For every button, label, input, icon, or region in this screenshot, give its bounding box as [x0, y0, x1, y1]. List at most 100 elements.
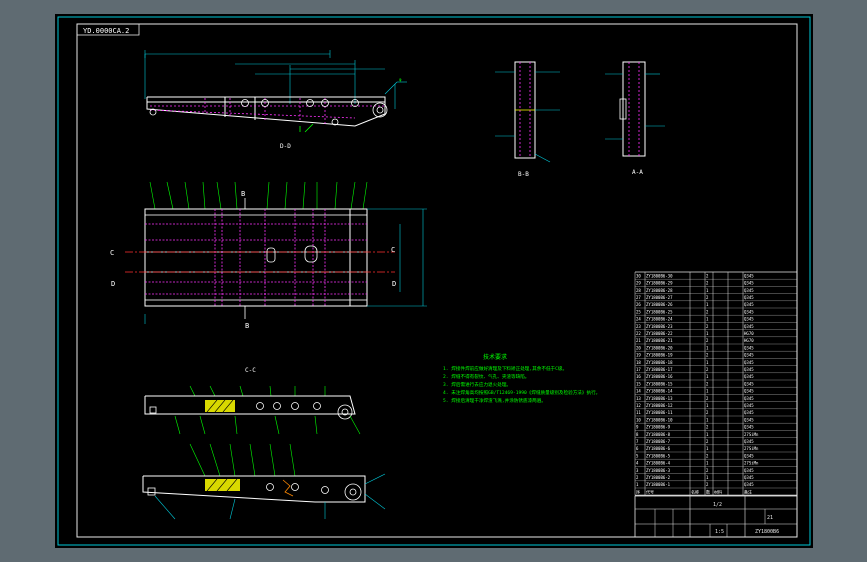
- parts-cell: ZY1800B6-19: [646, 353, 673, 358]
- parts-cell: Q345: [744, 439, 754, 444]
- parts-cell: Q345: [744, 417, 754, 422]
- title-block: 1/2 21 1:5 ZY1800B6: [634, 495, 798, 538]
- parts-cell: Q345: [744, 309, 754, 314]
- tech-req-title: 技术要求: [483, 353, 507, 361]
- parts-cell: ZY1800B6-2: [646, 475, 671, 480]
- tech-req-item-4: 4. 未注焊角高均按照GB/T12469-1990《焊缝质量级别及检验方法》执行…: [443, 389, 600, 396]
- parts-cell: 1: [706, 302, 709, 307]
- parts-cell: 27SiMn: [744, 446, 759, 451]
- parts-cell: 2: [706, 324, 709, 329]
- parts-cell: 1: [706, 403, 709, 408]
- section-aa: A-A: [605, 61, 665, 176]
- parts-cell: ZY1800B6-11: [646, 410, 673, 415]
- parts-cell: ZY1800B6-6: [646, 446, 671, 451]
- parts-cell: 1: [706, 432, 709, 437]
- parts-header-cell: 代号: [646, 488, 654, 494]
- parts-cell: 1: [706, 446, 709, 451]
- parts-cell: 27SiMn: [744, 432, 759, 437]
- parts-cell: 20: [636, 345, 641, 350]
- side-view-bottom: [142, 443, 386, 520]
- label-b-top: B: [241, 190, 245, 198]
- parts-cell: ZY1800B6-7: [646, 439, 671, 444]
- parts-cell: Q345: [744, 410, 754, 415]
- label-d-right: D: [392, 280, 396, 288]
- view-label-aa: A-A: [632, 169, 643, 176]
- parts-cell: Q345: [744, 374, 754, 379]
- parts-cell: 1: [636, 482, 639, 487]
- parts-cell: ZY1800B6-26: [646, 302, 673, 307]
- plan-view: C D C D B B: [110, 181, 427, 330]
- parts-cell: 19: [636, 353, 641, 358]
- drawing-frame: YD.0000CA.2 φ D-D B-B A-A C D C D B B C-…: [55, 14, 813, 548]
- outer-border: [57, 16, 811, 546]
- svg-text:φ: φ: [399, 77, 402, 82]
- parts-cell: Q345: [744, 381, 754, 386]
- parts-cell: 29: [636, 281, 641, 286]
- view-label-dd: D-D: [280, 143, 291, 150]
- parts-header-cell: 数: [706, 488, 710, 494]
- parts-cell: ZY1800B6-23: [646, 324, 673, 329]
- parts-cell: Q345: [744, 302, 754, 307]
- parts-cell: 1: [706, 389, 709, 394]
- tech-req-item-2: 2. 焊缝不得有裂纹、气孔、夹渣等缺陷。: [443, 373, 529, 380]
- parts-cell: ZY1800B6-30: [646, 273, 673, 278]
- tech-req-item-3: 3. 焊后需进行去应力退火处理。: [443, 381, 511, 388]
- parts-cell: 1: [706, 360, 709, 365]
- label-c-right: C: [391, 246, 395, 254]
- cad-drawing: YD.0000CA.2 φ D-D B-B A-A C D C D B B C-…: [57, 16, 811, 546]
- parts-cell: ZY1800B6-5: [646, 453, 671, 458]
- parts-cell: Q345: [744, 403, 754, 408]
- parts-cell: ZY1800B6-1: [646, 482, 671, 487]
- parts-cell: 22: [636, 331, 641, 336]
- title-scale: 1/2: [713, 502, 722, 508]
- parts-cell: 2: [706, 295, 709, 300]
- parts-cell: 2: [706, 482, 709, 487]
- parts-cell: 2: [706, 309, 709, 314]
- parts-cell: ZY1800B6-8: [646, 432, 671, 437]
- parts-cell: ZY1800B6-22: [646, 331, 673, 336]
- parts-cell: Q345: [744, 295, 754, 300]
- parts-cell: Q345: [744, 360, 754, 365]
- parts-cell: Q345: [744, 324, 754, 329]
- parts-cell: 23: [636, 324, 641, 329]
- parts-cell: Q345: [744, 396, 754, 401]
- parts-cell: 2: [706, 439, 709, 444]
- parts-cell: Q345: [744, 345, 754, 350]
- parts-cell: 2: [636, 475, 639, 480]
- parts-cell: ZY1800B6-4: [646, 461, 671, 466]
- parts-cell: 15: [636, 381, 641, 386]
- parts-cell: 2: [706, 381, 709, 386]
- parts-cell: 30: [636, 273, 641, 278]
- parts-cell: 8: [636, 432, 639, 437]
- title-drawing-no: ZY1800B6: [755, 529, 779, 535]
- parts-cell: Q345: [744, 353, 754, 358]
- parts-cell: 27: [636, 295, 641, 300]
- title-weight: 21: [767, 515, 773, 521]
- inner-border: [76, 23, 798, 538]
- parts-cell: 2: [706, 273, 709, 278]
- tech-req-item-1: 1. 焊接件焊前应做好清理及下料矫正处理,其余不低于C级。: [443, 365, 567, 372]
- parts-cell: 14: [636, 389, 641, 394]
- parts-cell: Q345: [744, 468, 754, 473]
- parts-cell: ZY1800B6-10: [646, 417, 673, 422]
- parts-cell: 1: [706, 461, 709, 466]
- parts-cell: Q345: [744, 281, 754, 286]
- parts-cell: Q345: [744, 482, 754, 487]
- parts-cell: 2: [706, 396, 709, 401]
- parts-header-cell: 备注: [744, 488, 752, 494]
- parts-header-cell: 材料: [714, 488, 722, 494]
- parts-cell: 9: [636, 425, 639, 430]
- parts-cell: 28: [636, 288, 641, 293]
- tech-requirements: 技术要求 1. 焊接件焊前应做好清理及下料矫正处理,其余不低于C级。 2. 焊缝…: [443, 353, 600, 404]
- parts-cell: 10: [636, 417, 641, 422]
- parts-cell: 5: [636, 453, 639, 458]
- drawing-code-text: YD.0000CA.2: [83, 27, 129, 35]
- parts-cell: HG70: [744, 331, 754, 336]
- parts-cell: 3: [636, 468, 639, 473]
- parts-cell: ZY1800B6-13: [646, 396, 673, 401]
- parts-cell: ZY1800B6-12: [646, 403, 673, 408]
- parts-cell: 1: [706, 317, 709, 322]
- parts-cell: 2: [706, 453, 709, 458]
- parts-cell: ZY1800B6-24: [646, 317, 673, 322]
- parts-cell: 26: [636, 302, 641, 307]
